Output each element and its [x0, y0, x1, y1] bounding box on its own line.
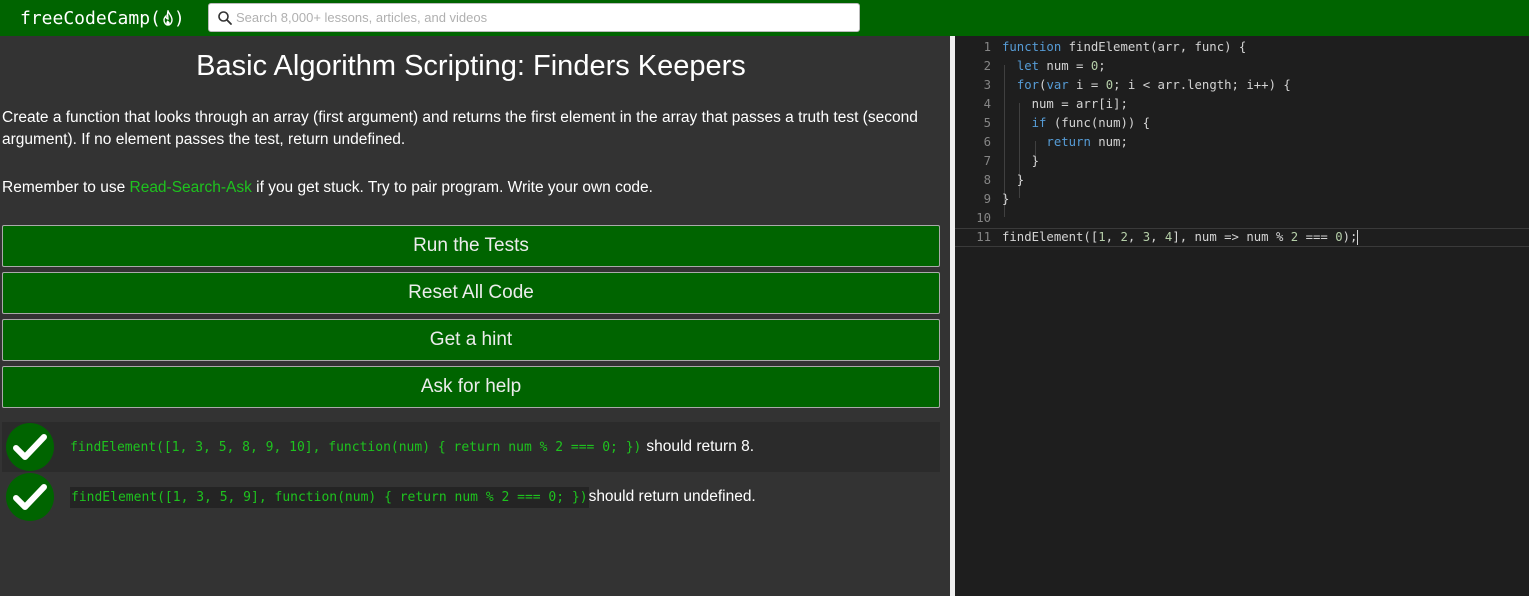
- line-number: 10: [976, 211, 991, 225]
- remember-suffix: if you get stuck. Try to pair program. W…: [251, 179, 653, 196]
- read-search-ask-note: Remember to use Read-Search-Ask if you g…: [2, 177, 942, 199]
- code-line: 5 if (func(num)) {: [955, 114, 1529, 133]
- line-number: 1: [983, 40, 991, 54]
- line-number: 5: [983, 116, 991, 130]
- line-number: 4: [983, 97, 991, 111]
- test-code: findElement([1, 3, 5, 9], function(num) …: [70, 486, 589, 508]
- test-code: findElement([1, 3, 5, 8, 9, 10], functio…: [70, 439, 642, 455]
- search-input[interactable]: [236, 5, 846, 30]
- code-line: 6 return num;: [955, 133, 1529, 152]
- code-line: 2 let num = 0;: [955, 57, 1529, 76]
- reset-code-button[interactable]: Reset All Code: [2, 272, 940, 314]
- code-text: }: [1002, 173, 1025, 187]
- code-text: return num;: [1046, 135, 1128, 149]
- line-number: 9: [983, 192, 991, 206]
- challenge-title: Basic Algorithm Scripting: Finders Keepe…: [196, 50, 746, 82]
- code-text: }: [1002, 154, 1040, 168]
- code-text: num = arr[i];: [1002, 97, 1128, 111]
- code-text: findElement([1, 2, 3, 4], num => num % 2…: [1002, 230, 1359, 245]
- freecodecamp-logo[interactable]: freeCodeCamp ( ): [20, 4, 185, 32]
- code-text: if (func(num)) {: [1031, 116, 1151, 130]
- checkmark-icon: [6, 423, 54, 471]
- code-line: 1 function findElement(arr, func) {: [955, 38, 1529, 57]
- remember-prefix: Remember to use: [2, 179, 130, 196]
- line-number: 3: [983, 78, 991, 92]
- code-line: 8 }: [955, 171, 1529, 190]
- line-number: 11: [976, 230, 991, 244]
- read-search-ask-link[interactable]: Read-Search-Ask: [130, 179, 252, 196]
- code-text: }: [1002, 192, 1010, 206]
- code-line: 4 num = arr[i];: [955, 95, 1529, 114]
- code-text: function findElement(arr, func) {: [1002, 40, 1247, 54]
- search-icon: [217, 10, 233, 26]
- navbar: freeCodeCamp ( ): [0, 0, 1529, 36]
- ask-for-help-button[interactable]: Ask for help: [2, 366, 940, 408]
- logo-open-paren: (: [150, 7, 161, 29]
- logo-close-paren: ): [173, 7, 185, 29]
- code-text: let num = 0;: [1016, 59, 1106, 73]
- get-hint-button[interactable]: Get a hint: [2, 319, 940, 361]
- text-cursor: [1357, 230, 1359, 245]
- test-description: findElement([1, 3, 5, 9], function(num) …: [70, 486, 756, 508]
- code-line: 10: [955, 209, 1529, 228]
- test-description: findElement([1, 3, 5, 8, 9, 10], functio…: [70, 438, 754, 457]
- line-number: 8: [983, 173, 991, 187]
- checkmark-icon: [6, 473, 54, 521]
- test-message: should return undefined.: [588, 488, 756, 505]
- line-number: 7: [983, 154, 991, 168]
- challenge-panel: Basic Algorithm Scripting: Finders Keepe…: [0, 36, 950, 596]
- code-editor[interactable]: 1 function findElement(arr, func) { 2 le…: [955, 36, 1529, 596]
- line-number: 2: [983, 59, 991, 73]
- test-result: findElement([1, 3, 5, 9], function(num) …: [2, 472, 940, 522]
- code-line: 7 }: [955, 152, 1529, 171]
- logo-text: freeCodeCamp: [20, 7, 151, 29]
- flame-icon: [162, 10, 174, 26]
- code-line-current: 11 findElement([1, 2, 3, 4], num => num …: [955, 228, 1529, 247]
- code-line: 9 }: [955, 190, 1529, 209]
- code-line: 3 for(var i = 0; i < arr.length; i++) {: [955, 76, 1529, 95]
- test-result: findElement([1, 3, 5, 8, 9, 10], functio…: [2, 422, 940, 472]
- challenge-description: Create a function that looks through an …: [2, 109, 918, 148]
- search-bar: [208, 3, 860, 32]
- run-tests-button[interactable]: Run the Tests: [2, 225, 940, 267]
- code-text: for(var i = 0; i < arr.length; i++) {: [1016, 78, 1291, 92]
- test-message: should return 8.: [646, 438, 755, 455]
- line-number: 6: [983, 135, 991, 149]
